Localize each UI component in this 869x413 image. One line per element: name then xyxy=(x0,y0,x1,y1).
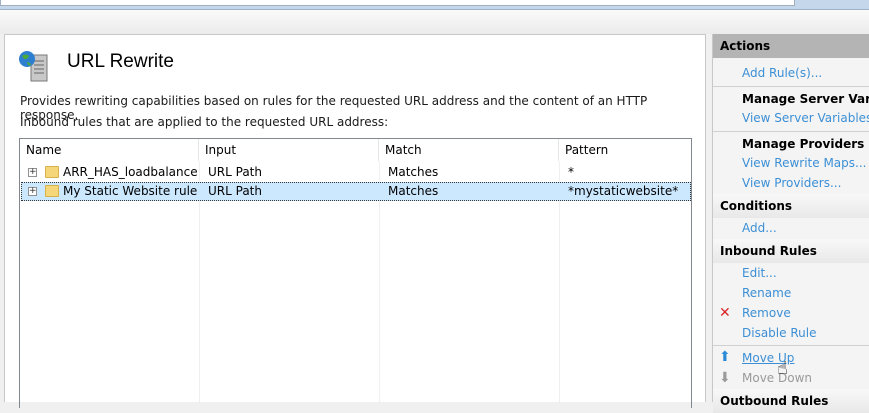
feature-panel: URL Rewrite Provides rewriting capabilit… xyxy=(4,34,706,408)
url-rewrite-server-globe-icon xyxy=(19,51,48,82)
rule-name: My Static Website rule xyxy=(63,184,198,198)
actions-pane: Actions Add Rule(s)... Manage Server Var… xyxy=(712,34,869,413)
conditions-header: Conditions xyxy=(713,194,869,218)
rule-match: Matches xyxy=(388,184,439,198)
expand-icon[interactable]: + xyxy=(28,168,37,177)
view-providers-link[interactable]: View Providers... xyxy=(742,176,841,190)
column-header-match[interactable]: Match xyxy=(379,139,559,161)
column-header-input[interactable]: Input xyxy=(199,139,379,161)
folder-icon xyxy=(45,185,59,197)
rule-pattern: *mystaticwebsite* xyxy=(568,184,679,198)
divider xyxy=(713,131,869,132)
view-rewrite-maps-link[interactable]: View Rewrite Maps... xyxy=(742,156,866,170)
divider xyxy=(713,345,869,346)
inbound-rules-grid: Name Input Match Pattern + ARR_HAS_loadb… xyxy=(19,138,692,408)
manage-providers-heading: Manage Providers xyxy=(742,137,865,151)
window-top-bar xyxy=(0,0,869,10)
add-rules-link[interactable]: Add Rule(s)... xyxy=(742,66,822,80)
rule-match: Matches xyxy=(388,165,439,179)
column-header-name[interactable]: Name xyxy=(20,139,199,161)
arrow-down-icon: ⬇ xyxy=(719,370,731,386)
expand-icon[interactable]: + xyxy=(28,187,37,196)
inbound-rules-header: Inbound Rules xyxy=(713,239,869,263)
manage-server-variables-heading: Manage Server Variables xyxy=(742,92,869,106)
actions-header: Actions xyxy=(713,34,869,58)
table-row-selected[interactable]: + My Static Website rule URL Path Matche… xyxy=(21,182,691,201)
inbound-rules-label: Inbound rules that are applied to the re… xyxy=(20,115,389,129)
hand-cursor-icon: ☝ xyxy=(777,358,788,379)
folder-icon xyxy=(45,166,59,178)
edit-link[interactable]: Edit... xyxy=(742,266,777,280)
rule-input: URL Path xyxy=(208,165,262,179)
address-box[interactable] xyxy=(0,0,795,6)
toolbar-band xyxy=(0,10,869,34)
rule-name: ARR_HAS_loadbalance xyxy=(63,165,198,179)
table-row[interactable]: + ARR_HAS_loadbalance URL Path Matches * xyxy=(21,163,691,182)
rule-input: URL Path xyxy=(208,184,262,198)
divider xyxy=(713,86,869,87)
disable-rule-link[interactable]: Disable Rule xyxy=(742,326,816,340)
page-title: URL Rewrite xyxy=(67,51,174,72)
rule-pattern: * xyxy=(568,165,574,179)
column-header-pattern[interactable]: Pattern xyxy=(559,139,692,161)
arrow-up-icon: ⬆ xyxy=(719,349,731,365)
view-server-variables-link[interactable]: View Server Variables... xyxy=(742,111,869,125)
add-condition-link[interactable]: Add... xyxy=(742,221,777,235)
remove-x-icon: ✕ xyxy=(719,305,731,321)
rename-link[interactable]: Rename xyxy=(742,286,791,300)
outbound-rules-header: Outbound Rules xyxy=(713,389,869,413)
remove-link[interactable]: Remove xyxy=(742,306,791,320)
